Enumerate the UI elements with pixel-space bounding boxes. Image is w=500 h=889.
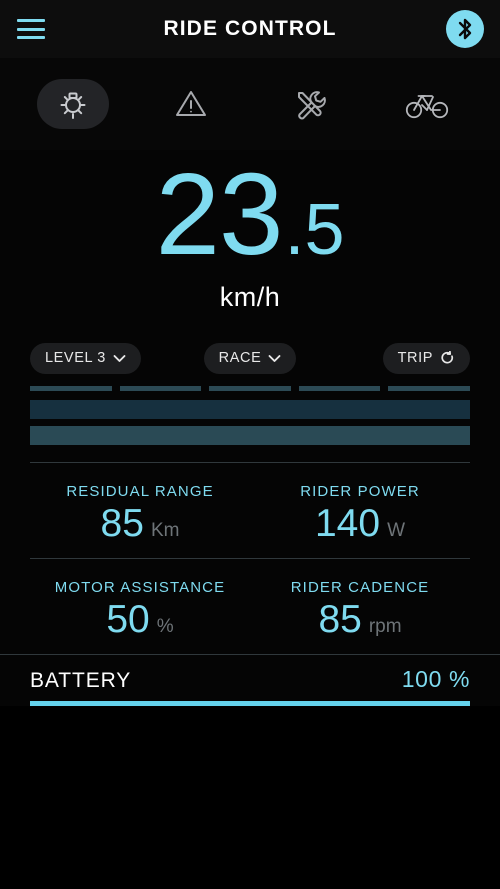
- bicycle-icon: [405, 95, 449, 119]
- tools-icon: [298, 91, 326, 120]
- pill-slot-right: TRIP: [323, 342, 471, 374]
- metric-value-line: 140 W: [315, 504, 405, 543]
- metric-rider-cadence: RIDER CADENCE 85 rpm: [250, 559, 470, 654]
- headlight-button[interactable]: [37, 79, 109, 129]
- battery-label: BATTERY: [30, 669, 132, 692]
- speed-display: 23 .5 km/h: [0, 150, 500, 336]
- reset-refresh-icon: [441, 350, 454, 364]
- icon-cell-bike: [368, 58, 486, 150]
- metric-unit: Km: [150, 519, 180, 541]
- warning-button[interactable]: [155, 79, 227, 129]
- assist-segment: [30, 386, 112, 391]
- battery-header: BATTERY 100 %: [30, 666, 470, 693]
- battery-percent: 100 %: [401, 666, 470, 692]
- bluetooth-glyph: [458, 18, 472, 40]
- battery-section: BATTERY 100 %: [0, 654, 500, 706]
- metric-row: RESIDUAL RANGE 85 Km RIDER POWER 140 W: [30, 462, 470, 558]
- assist-level-selector[interactable]: LEVEL 3: [30, 342, 141, 374]
- control-pill-row: LEVEL 3 RACE TRIP: [0, 336, 500, 380]
- speed-unit: km/h: [219, 282, 281, 312]
- rider-bar: [30, 426, 470, 445]
- metric-value-line: 85 rpm: [318, 600, 401, 639]
- metric-rider-power: RIDER POWER 140 W: [250, 463, 470, 558]
- metric-value: 50: [106, 597, 150, 641]
- bluetooth-icon[interactable]: [446, 10, 484, 48]
- assist-segment: [298, 386, 381, 391]
- metric-value: 85: [100, 501, 144, 545]
- metric-value-line: 50 %: [106, 600, 173, 639]
- metric-unit: %: [156, 615, 174, 637]
- icon-cell-warning: [132, 58, 250, 150]
- metric-value-line: 85 Km: [101, 504, 180, 543]
- metric-unit: W: [387, 519, 405, 541]
- assist-level-label: LEVEL 3: [45, 350, 106, 366]
- metric-label: MOTOR ASSISTANCE: [54, 578, 226, 596]
- page-title: RIDE CONTROL: [163, 17, 337, 40]
- pill-slot-left: LEVEL 3: [30, 342, 177, 374]
- metric-unit: rpm: [368, 615, 402, 637]
- ride-mode-label: RACE: [218, 350, 262, 366]
- bike-button[interactable]: [391, 79, 463, 129]
- warning-triangle-icon: [176, 91, 206, 116]
- app-header: RIDE CONTROL: [0, 0, 500, 58]
- metrics-grid: RESIDUAL RANGE 85 Km RIDER POWER 140 W M…: [0, 462, 500, 654]
- chevron-down-icon: [113, 354, 126, 362]
- motor-bar: [30, 400, 470, 419]
- headlight-icon: [60, 92, 86, 119]
- metric-label: RIDER POWER: [300, 482, 420, 500]
- pill-slot-center: RACE: [177, 342, 324, 374]
- metric-label: RIDER CADENCE: [290, 578, 430, 596]
- ride-mode-selector[interactable]: RACE: [203, 342, 297, 374]
- metric-value: 140: [314, 501, 381, 545]
- icon-cell-headlight: [14, 58, 132, 150]
- speed-integer: 23: [155, 149, 283, 279]
- service-button[interactable]: [273, 79, 345, 129]
- icon-cell-tools: [250, 58, 368, 150]
- metric-residual-range: RESIDUAL RANGE 85 Km: [30, 463, 250, 558]
- trip-label: TRIP: [397, 350, 434, 366]
- status-icon-bar: [0, 58, 500, 150]
- metric-value: 85: [318, 597, 362, 641]
- assist-segments: [30, 386, 470, 391]
- assist-segment: [209, 386, 291, 391]
- metric-motor-assistance: MOTOR ASSISTANCE 50 %: [30, 559, 250, 654]
- assist-segment: [119, 386, 202, 391]
- metric-label: RESIDUAL RANGE: [66, 482, 214, 500]
- metric-row: MOTOR ASSISTANCE 50 % RIDER CADENCE 85 r…: [30, 558, 470, 654]
- ride-control-app: RIDE CONTROL 23 .5 km/h LEVEL 3 RACE TRI…: [0, 0, 500, 889]
- trip-reset-button[interactable]: TRIP: [382, 342, 471, 374]
- empty-area: [0, 706, 500, 889]
- speed-decimal: .5: [284, 190, 345, 270]
- assist-segment: [388, 386, 470, 391]
- chevron-down-icon: [268, 354, 281, 362]
- speed-value-line: 23 .5: [155, 156, 344, 272]
- gauge-bars: [0, 380, 500, 462]
